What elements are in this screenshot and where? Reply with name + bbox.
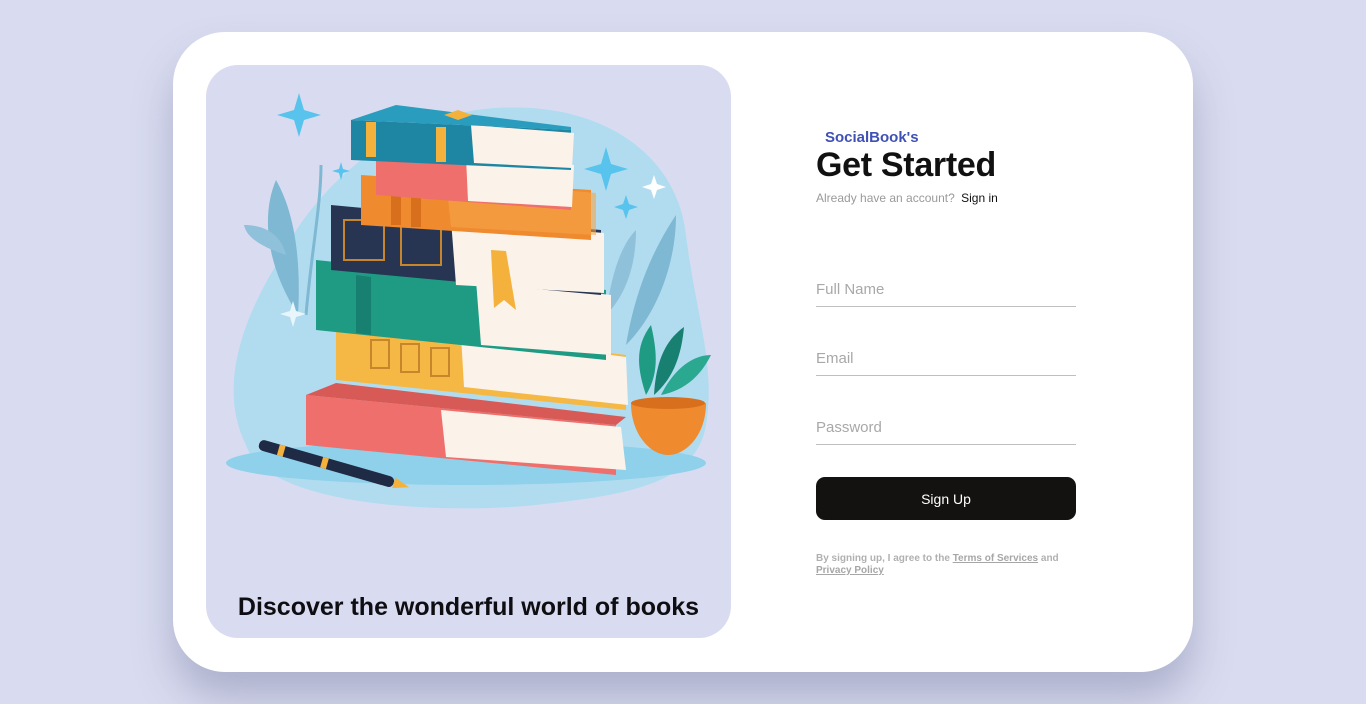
signup-card: Discover the wonderful world of books So… bbox=[173, 32, 1193, 672]
terms-of-service-link[interactable]: Terms of Services bbox=[953, 553, 1038, 564]
sign-up-button[interactable]: Sign Up bbox=[816, 477, 1076, 520]
terms-notice: By signing up, I agree to the Terms of S… bbox=[816, 553, 1078, 577]
signup-form: SocialBook's Get Started Already have an… bbox=[816, 32, 1116, 672]
hero-panel: Discover the wonderful world of books bbox=[206, 65, 731, 638]
password-input[interactable] bbox=[816, 410, 1076, 445]
page-title: Get Started bbox=[816, 146, 996, 184]
account-prompt-text: Already have an account? bbox=[816, 191, 955, 205]
privacy-policy-link[interactable]: Privacy Policy bbox=[816, 565, 884, 576]
brand-name: SocialBook's bbox=[825, 129, 919, 146]
terms-prefix: By signing up, I agree to the bbox=[816, 553, 950, 564]
email-input[interactable] bbox=[816, 341, 1076, 376]
signin-prompt: Already have an account? Sign in bbox=[816, 191, 998, 205]
books-illustration bbox=[226, 93, 711, 509]
full-name-input[interactable] bbox=[816, 272, 1076, 307]
terms-joiner: and bbox=[1040, 553, 1059, 564]
hero-tagline: Discover the wonderful world of books bbox=[237, 593, 700, 621]
signin-link[interactable]: Sign in bbox=[961, 191, 998, 205]
